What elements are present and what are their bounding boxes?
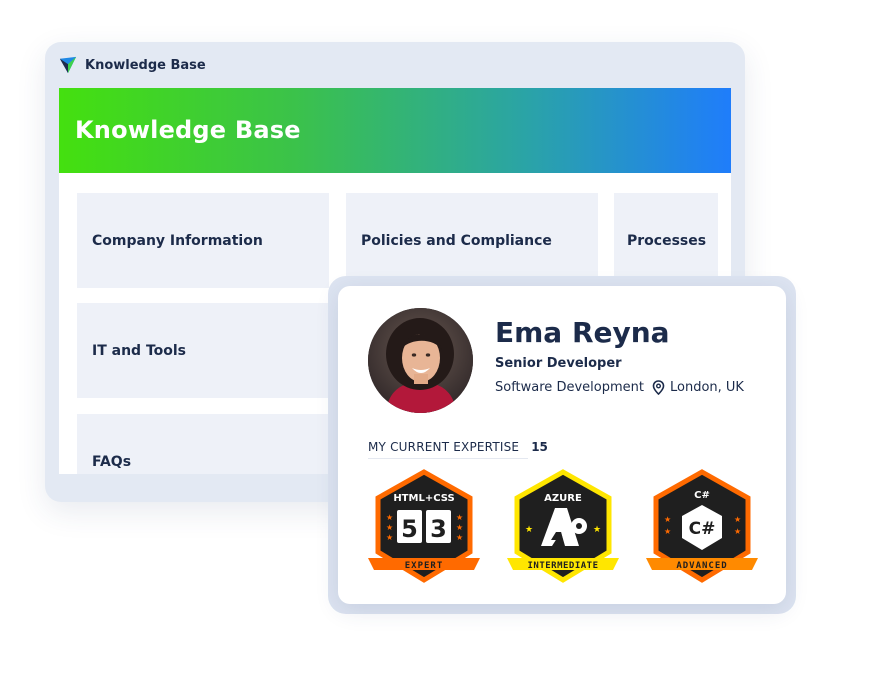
star-icon: ★: [734, 515, 741, 524]
category-card-processes[interactable]: Processes: [614, 193, 718, 288]
profile-card: Ema Reyna Senior Developer Software Deve…: [338, 286, 786, 604]
badge-html-css[interactable]: HTML+CSS 5 3 ★ ★ ★ ★ ★ ★ EXPERT: [366, 468, 482, 592]
star-icon: ★: [525, 525, 533, 535]
category-card-policies[interactable]: Policies and Compliance: [346, 193, 598, 288]
expertise-count: 15: [531, 440, 548, 454]
category-card-it-tools[interactable]: IT and Tools: [77, 303, 329, 398]
star-icon: ★: [386, 523, 393, 532]
app-logo-icon: [59, 56, 77, 74]
star-icon: ★: [386, 513, 393, 522]
expertise-header: MY CURRENT EXPERTISE 15: [368, 440, 548, 454]
category-card-company-information[interactable]: Company Information: [77, 193, 329, 288]
badge-csharp[interactable]: C# C# ★ ★ ★ ★ ADVANCED: [644, 468, 760, 592]
category-label: Policies and Compliance: [361, 232, 552, 249]
profile-department: Software Development: [495, 380, 644, 395]
badge-top-label: HTML+CSS: [393, 493, 454, 504]
svg-text:3: 3: [430, 515, 447, 543]
badge-top-label: C#: [694, 490, 710, 501]
svg-text:C#: C#: [689, 519, 716, 539]
divider: [368, 458, 528, 459]
expertise-label: MY CURRENT EXPERTISE: [368, 440, 520, 454]
badge-level: ADVANCED: [676, 561, 727, 571]
kb-titlebar: Knowledge Base: [59, 54, 206, 76]
banner-title: Knowledge Base: [75, 116, 301, 144]
avatar: [368, 308, 473, 413]
location-pin-icon: [652, 380, 665, 395]
profile-name: Ema Reyna: [495, 316, 670, 349]
category-label: Processes: [627, 232, 707, 249]
category-card-faqs[interactable]: FAQs: [77, 414, 329, 474]
star-icon: ★: [734, 527, 741, 536]
star-icon: ★: [456, 533, 463, 542]
star-icon: ★: [386, 533, 393, 542]
star-icon: ★: [664, 527, 671, 536]
star-icon: ★: [456, 513, 463, 522]
app-title: Knowledge Base: [85, 57, 206, 73]
kb-banner: Knowledge Base: [59, 88, 731, 173]
category-label: FAQs: [92, 453, 132, 470]
badge-azure[interactable]: AZURE ★ ★ INTERMEDIATE: [505, 468, 621, 592]
category-label: IT and Tools: [92, 342, 187, 359]
profile-role: Senior Developer: [495, 356, 622, 371]
star-icon: ★: [664, 515, 671, 524]
location-text: London, UK: [670, 380, 744, 395]
badge-top-label: AZURE: [544, 493, 582, 504]
star-icon: ★: [456, 523, 463, 532]
avatar-photo: [368, 308, 473, 413]
star-icon: ★: [593, 525, 601, 535]
profile-location: London, UK: [652, 380, 744, 395]
badge-level: INTERMEDIATE: [527, 561, 598, 571]
badge-level: EXPERT: [405, 561, 444, 571]
category-label: Company Information: [92, 232, 263, 249]
svg-text:5: 5: [401, 515, 418, 543]
profile-frame: Ema Reyna Senior Developer Software Deve…: [328, 276, 796, 614]
